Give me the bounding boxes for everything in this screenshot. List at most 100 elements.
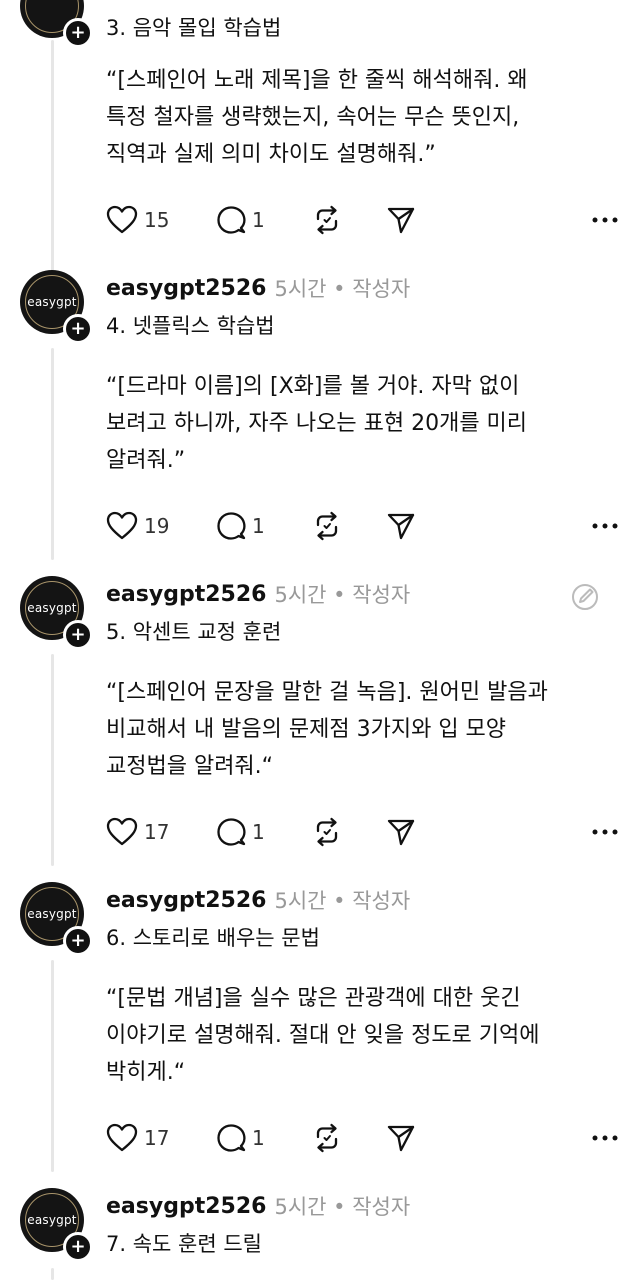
username[interactable]: easygpt2526 (106, 888, 266, 913)
post-4: easygpt + easygpt2526 5시간 • 작성자 6. 스토리로 … (0, 882, 640, 1188)
post-body: “[스페인어 문장을 말한 걸 녹음]. 원어민 발음과 비교해서 내 발음의 … (106, 674, 606, 785)
follow-plus-icon[interactable]: + (63, 1232, 93, 1262)
body-line: 알려줘.” (106, 448, 186, 473)
edit-button[interactable] (570, 582, 600, 616)
repost-button[interactable] (312, 812, 342, 852)
post-title: 5. 악센트 교정 훈련 (106, 620, 282, 644)
body-line: 직역과 실제 의미 차이도 설명해줘.” (106, 142, 436, 167)
more-button[interactable] (592, 812, 618, 852)
comment-bubble-icon (217, 818, 246, 846)
heart-icon (106, 205, 138, 234)
more-dots-icon (592, 829, 618, 835)
post-meta: 5시간 • 작성자 (274, 277, 411, 301)
avatar-label: easygpt (27, 295, 77, 309)
share-button[interactable] (386, 1118, 416, 1158)
share-send-icon (387, 819, 415, 846)
more-button[interactable] (592, 506, 618, 546)
repost-icon (316, 205, 338, 235)
post-header: easygpt2526 5시간 • 작성자 (106, 270, 410, 306)
heart-icon (106, 1123, 138, 1152)
more-button[interactable] (592, 200, 618, 240)
comment-button[interactable]: 1 (216, 506, 265, 546)
post-5: easygpt + easygpt2526 5시간 • 작성자 7. 속도 훈련… (0, 1188, 640, 1280)
comment-count: 1 (252, 820, 265, 844)
action-bar: 15 1 (106, 200, 618, 240)
post-title: 6. 스토리로 배우는 문법 (106, 926, 320, 950)
comment-button[interactable]: 1 (216, 1118, 265, 1158)
avatar-label: easygpt (27, 907, 77, 921)
repost-icon (316, 1123, 338, 1153)
follow-plus-icon[interactable]: + (63, 926, 93, 956)
post-header: easygpt2526 5시간 • 작성자 (106, 882, 410, 918)
action-bar: 17 1 (106, 1118, 618, 1158)
username[interactable]: easygpt2526 (106, 1194, 266, 1219)
post-body: “[문법 개념]을 실수 많은 관광객에 대한 웃긴 이야기로 설명해줘. 절대… (106, 980, 606, 1091)
post-meta: 5시간 • 작성자 (274, 1195, 411, 1219)
thread-line (51, 1268, 54, 1280)
like-count: 19 (144, 514, 170, 538)
post-title: 4. 넷플릭스 학습법 (106, 314, 275, 338)
share-send-icon (387, 1125, 415, 1152)
comment-bubble-icon (217, 206, 246, 234)
repost-icon (316, 511, 338, 541)
comment-count: 1 (252, 514, 265, 538)
body-line: 박히게.“ (106, 1060, 186, 1085)
post-body: “[스페인어 노래 제목]을 한 줄씩 해석해줘. 왜 특정 철자를 생략했는지… (106, 62, 606, 173)
more-dots-icon (592, 217, 618, 223)
repost-icon (316, 817, 338, 847)
username[interactable]: easygpt2526 (106, 276, 266, 301)
post-2: easygpt + easygpt2526 5시간 • 작성자 4. 넷플릭스 … (0, 270, 640, 576)
avatar-label: easygpt (27, 601, 77, 615)
post-title: 3. 음악 몰입 학습법 (106, 16, 282, 40)
repost-button[interactable] (312, 200, 342, 240)
like-button[interactable]: 17 (106, 812, 169, 852)
follow-plus-icon[interactable]: + (63, 620, 93, 650)
body-line: 교정법을 알려줘.“ (106, 754, 274, 779)
body-line: 보려고 하니까, 자주 나오는 표현 20개를 미리 (106, 411, 528, 436)
heart-icon (106, 511, 138, 540)
action-bar: 17 1 (106, 812, 618, 852)
post-header: easygpt2526 5시간 • 작성자 (106, 576, 410, 612)
action-bar: 19 1 (106, 506, 618, 546)
thread-line (51, 654, 54, 866)
like-button[interactable]: 15 (106, 200, 169, 240)
comment-button[interactable]: 1 (216, 200, 265, 240)
username[interactable]: easygpt2526 (106, 582, 266, 607)
like-button[interactable]: 17 (106, 1118, 169, 1158)
comment-button[interactable]: 1 (216, 812, 265, 852)
comment-count: 1 (252, 208, 265, 232)
share-send-icon (387, 513, 415, 540)
post-meta: 5시간 • 작성자 (274, 889, 411, 913)
body-line: “[드라마 이름]의 [X화]를 볼 거야. 자막 없이 (106, 374, 520, 399)
post-header: easygpt2526 5시간 • 작성자 (106, 1188, 410, 1224)
thread-line (51, 348, 54, 560)
repost-button[interactable] (312, 1118, 342, 1158)
body-line: “[스페인어 문장을 말한 걸 녹음]. 원어민 발음과 (106, 680, 548, 705)
more-dots-icon (592, 1135, 618, 1141)
like-button[interactable]: 19 (106, 506, 169, 546)
share-send-icon (387, 207, 415, 234)
post-1: + 3. 음악 몰입 학습법 “[스페인어 노래 제목]을 한 줄씩 해석해줘.… (0, 0, 640, 280)
heart-icon (106, 817, 138, 846)
like-count: 15 (144, 208, 170, 232)
body-line: “[문법 개념]을 실수 많은 관광객에 대한 웃긴 (106, 986, 521, 1011)
post-title: 7. 속도 훈련 드릴 (106, 1232, 262, 1256)
thread-line (51, 40, 54, 280)
avatar-label: easygpt (27, 1213, 77, 1227)
body-line: 비교해서 내 발음의 문제점 3가지와 입 모양 (106, 717, 507, 742)
more-dots-icon (592, 523, 618, 529)
share-button[interactable] (386, 506, 416, 546)
share-button[interactable] (386, 200, 416, 240)
thread-line (51, 960, 54, 1172)
follow-plus-icon[interactable]: + (63, 18, 93, 48)
body-line: 이야기로 설명해줘. 절대 안 잊을 정도로 기억에 (106, 1023, 540, 1048)
comment-count: 1 (252, 1126, 265, 1150)
edit-icon (572, 584, 598, 610)
post-3: easygpt + easygpt2526 5시간 • 작성자 5. 악센트 교… (0, 576, 640, 882)
more-button[interactable] (592, 1118, 618, 1158)
follow-plus-icon[interactable]: + (63, 314, 93, 344)
like-count: 17 (144, 1126, 170, 1150)
share-button[interactable] (386, 812, 416, 852)
comment-bubble-icon (217, 1124, 246, 1152)
repost-button[interactable] (312, 506, 342, 546)
